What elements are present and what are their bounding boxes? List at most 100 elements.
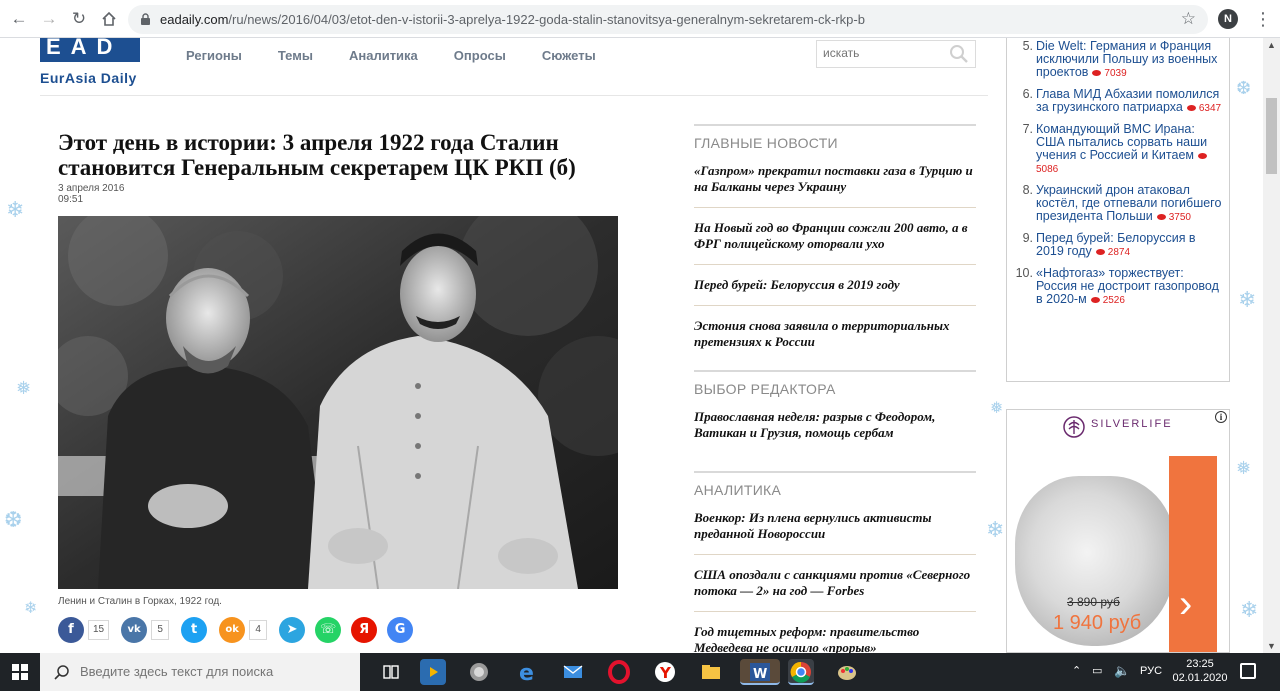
news-item[interactable]: Эстония снова заявила о территориальных … (694, 318, 976, 362)
file-explorer-icon[interactable] (698, 659, 724, 685)
facebook-share-count: 15 (88, 620, 110, 640)
ad-banner[interactable]: i SILVERLIFE › 3 890 руб 1 940 руб (1006, 409, 1230, 653)
ad-info-icon[interactable]: i (1215, 411, 1227, 423)
bookmark-star-icon[interactable]: ☆ (1181, 9, 1196, 29)
silverlife-logo-icon (1063, 416, 1085, 438)
notification-center-icon[interactable] (1240, 663, 1256, 679)
list-item[interactable]: 9. Перед бурей: Белоруссия в 2019 году 28… (1015, 232, 1225, 259)
mail-icon[interactable] (560, 659, 586, 685)
chrome-icon[interactable] (788, 659, 814, 685)
snowflake-icon: ❆ (1236, 78, 1252, 99)
list-item[interactable]: 7. Командующий ВМС Ирана: США пытались с… (1015, 123, 1225, 176)
news-item[interactable]: Год тщетных реформ: правительство Медвед… (694, 624, 976, 653)
profile-avatar[interactable]: N (1218, 9, 1238, 29)
ad-old-price: 3 890 руб (1067, 595, 1120, 609)
scroll-down-icon[interactable]: ▼ (1267, 641, 1276, 651)
nav-analytics[interactable]: Аналитика (349, 48, 418, 63)
paint-icon[interactable] (834, 659, 860, 685)
search-icon[interactable] (949, 44, 969, 64)
network-icon[interactable]: ▭ (1092, 664, 1102, 691)
odnoklassniki-share-button[interactable]: ok (219, 617, 246, 643)
nav-regions[interactable]: Регионы (186, 48, 242, 63)
ad-next-button[interactable]: › (1169, 456, 1217, 652)
news-item[interactable]: «Газпром» прекратил поставки газа в Турц… (694, 163, 976, 208)
taskbar-clock[interactable]: 23:25 02.01.2020 (1172, 657, 1228, 685)
news-item[interactable]: США опоздали с санкциями против «Северно… (694, 567, 976, 612)
views-count: 6347 (1198, 103, 1222, 114)
yandex-share-button[interactable]: Я (351, 617, 378, 643)
scroll-up-icon[interactable]: ▲ (1267, 40, 1276, 50)
site-header: EAD EurAsia Daily Регионы Темы Аналитика… (40, 38, 988, 96)
section-title-main-news[interactable]: ГЛАВНЫЕ НОВОСТИ (694, 124, 976, 151)
media-player-icon[interactable] (420, 659, 446, 685)
main-nav: Регионы Темы Аналитика Опросы Сюжеты (186, 48, 632, 63)
yandex-browser-icon[interactable]: Y (652, 659, 678, 685)
news-column: ГЛАВНЫЕ НОВОСТИ «Газпром» прекратил пост… (694, 124, 976, 653)
vk-share-count: 5 (151, 620, 170, 640)
svg-text:e: e (519, 661, 534, 685)
views-eye-icon (1156, 213, 1166, 220)
list-item[interactable]: 8. Украинский дрон атаковал костёл, где … (1015, 184, 1225, 224)
news-item[interactable]: Перед бурей: Белоруссия в 2019 году (694, 277, 976, 306)
twitter-share-button[interactable]: t (181, 617, 208, 643)
news-item[interactable]: Военкор: Из плена вернулись активисты пр… (694, 510, 976, 555)
section-title-analytics[interactable]: АНАЛИТИКА (694, 471, 976, 498)
chevron-right-icon: › (1179, 582, 1193, 626)
whatsapp-share-button[interactable]: ☏ (315, 617, 342, 643)
nav-stories[interactable]: Сюжеты (542, 48, 596, 63)
views-eye-icon (1092, 69, 1102, 76)
section-title-editors-choice[interactable]: ВЫБОР РЕДАКТОРА (694, 370, 976, 397)
speaker-icon[interactable]: 🔈 (1114, 663, 1130, 691)
home-icon[interactable] (98, 8, 120, 30)
telegram-share-button[interactable]: ➤ (279, 617, 306, 643)
list-item[interactable]: 6. Глава МИД Абхазии помолился за грузин… (1015, 88, 1225, 115)
back-arrow-icon[interactable]: ← (8, 8, 30, 30)
site-logo[interactable]: EAD (40, 38, 140, 62)
most-read-list: 5. Die Welt: Германия и Франция исключил… (1006, 38, 1230, 382)
scrollbar-thumb[interactable] (1266, 98, 1277, 174)
list-item-title[interactable]: Украинский дрон атаковал костёл, где отп… (1036, 183, 1221, 223)
taskbar-search (40, 653, 360, 691)
reload-icon[interactable]: ↻ (68, 8, 90, 30)
browser-menu-icon[interactable]: ⋮ (1254, 8, 1272, 30)
list-item-title[interactable]: Командующий ВМС Ирана: США пытались сорв… (1036, 122, 1207, 162)
news-item[interactable]: На Новый год во Франции сожгли 200 авто,… (694, 220, 976, 265)
list-item-number: 8. (1022, 183, 1033, 197)
windows-start-icon[interactable] (12, 664, 28, 680)
task-view-icon[interactable] (378, 659, 404, 685)
snowflake-icon: ❄ (6, 198, 25, 223)
article-photo[interactable] (58, 216, 618, 589)
word-icon[interactable]: W (740, 659, 780, 685)
list-item-number: 7. (1022, 122, 1033, 136)
address-bar[interactable]: eadaily.com/ru/news/2016/04/03/etot-den-… (128, 5, 1208, 34)
list-item[interactable]: 5. Die Welt: Германия и Франция исключил… (1015, 40, 1225, 80)
input-language[interactable]: РУС (1140, 665, 1162, 691)
google-share-button[interactable]: G (387, 617, 414, 643)
edge-browser-icon[interactable]: e (514, 659, 540, 686)
page-scrollbar[interactable]: ▲ ▼ (1263, 38, 1280, 653)
opera-browser-icon[interactable] (606, 659, 632, 685)
snowflake-icon: ❄ (986, 518, 1005, 543)
circle-app-icon[interactable] (466, 659, 492, 685)
snowflake-icon: ❆ (4, 508, 23, 533)
list-item-title[interactable]: «Нафтогаз» торжествует: Россия не достро… (1036, 266, 1219, 306)
site-search-input[interactable] (823, 46, 943, 60)
facebook-share-button[interactable]: f (58, 617, 84, 643)
list-item[interactable]: 10. «Нафтогаз» торжествует: Россия не до… (1015, 267, 1225, 307)
site-logo-text[interactable]: EurAsia Daily (40, 70, 137, 86)
nav-polls[interactable]: Опросы (454, 48, 506, 63)
lock-icon (141, 13, 150, 25)
page-viewport: ❄ ❅ ❆ ❄ ❅ ❄ ❆ ❄ ❅ ❄ EAD EurAsia Daily Ре… (0, 38, 1263, 653)
views-eye-icon (1198, 152, 1207, 159)
share-bar: f 15 vk 5 t ok 4 ➤ ☏ Я G (58, 617, 419, 643)
snowflake-icon: ❅ (1236, 458, 1252, 479)
views-eye-icon (1095, 248, 1105, 255)
vk-share-button[interactable]: vk (121, 617, 148, 643)
nav-topics[interactable]: Темы (278, 48, 313, 63)
views-count: 3750 (1168, 212, 1191, 223)
snowflake-icon: ❅ (990, 398, 1004, 417)
forward-arrow-icon[interactable]: → (38, 8, 60, 30)
news-item[interactable]: Православная неделя: разрыв с Феодором, … (694, 409, 976, 453)
taskbar-search-input[interactable] (80, 664, 340, 679)
tray-chevron-icon[interactable]: ⌃ (1072, 664, 1081, 691)
